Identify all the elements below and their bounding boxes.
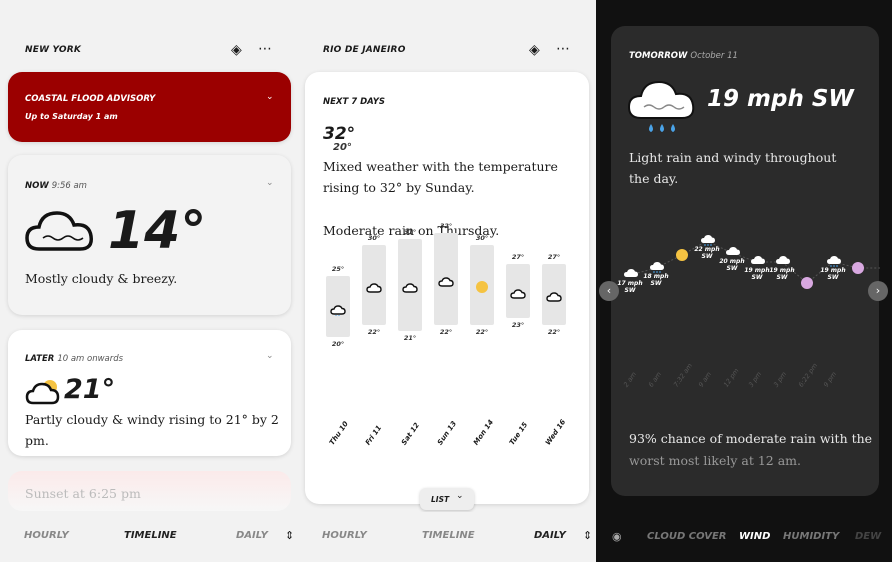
tab-wind[interactable]: WIND	[739, 531, 770, 542]
wind-point-label: 19 mph SW	[769, 267, 795, 281]
tab-humidity[interactable]: HUMIDITY	[783, 531, 839, 542]
prev-button[interactable]: ‹	[599, 281, 619, 301]
eye-icon[interactable]: ◉	[612, 530, 622, 544]
sunrise-icon	[676, 249, 688, 261]
moon-icon	[852, 262, 864, 274]
sunset-icon	[801, 277, 813, 289]
wind-point-label: 19 mph SW	[820, 267, 846, 281]
right-tab-bar: ◉ CLOUD COVER WIND HUMIDITY DEW	[596, 512, 892, 562]
next-button[interactable]: ›	[868, 281, 888, 301]
wind-line	[629, 240, 880, 284]
tab-dew[interactable]: DEW	[855, 531, 881, 542]
tab-cloud-cover[interactable]: CLOUD COVER	[647, 531, 727, 542]
wind-point-label: 18 mph SW	[643, 273, 669, 287]
